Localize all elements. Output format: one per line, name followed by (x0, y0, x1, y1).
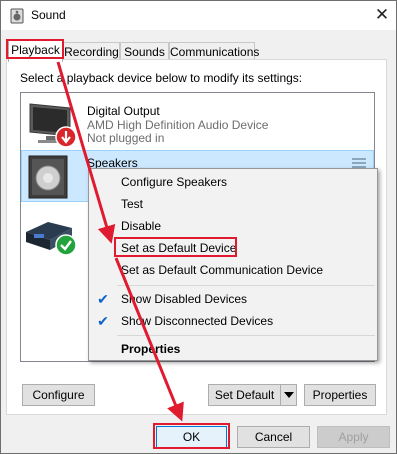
not-plugged-in-icon (55, 126, 77, 148)
set-default-annotation-box (114, 237, 237, 257)
window-title: Sound (31, 8, 66, 22)
menu-separator (117, 285, 375, 286)
speaker-icon (10, 8, 24, 24)
level-meter-icon (352, 158, 366, 160)
cancel-button[interactable]: Cancel (237, 426, 310, 448)
checkmark-icon: ✔ (97, 291, 109, 307)
context-menu: Configure Speakers Test Disable Set as D… (88, 168, 378, 361)
menu-item-set-default-communication[interactable]: Set as Default Communication Device (121, 263, 323, 283)
tab-recording[interactable]: Recording (63, 42, 120, 60)
apply-button[interactable]: Apply (317, 426, 390, 448)
set-default-dropdown[interactable] (280, 384, 297, 406)
menu-item-test[interactable]: Test (121, 197, 143, 217)
configure-button[interactable]: Configure (22, 384, 95, 406)
chevron-down-icon (284, 392, 294, 398)
close-button[interactable]: ✕ (370, 4, 394, 26)
menu-item-show-disconnected[interactable]: Show Disconnected Devices (121, 314, 273, 334)
menu-item-show-disabled[interactable]: Show Disabled Devices (121, 292, 247, 312)
properties-button[interactable]: Properties (304, 384, 376, 406)
menu-item-properties[interactable]: Properties (121, 342, 180, 362)
set-default-button[interactable]: Set Default (208, 384, 281, 406)
device-digital-output-status: Not plugged in (87, 131, 165, 145)
default-device-check-icon (55, 234, 77, 256)
menu-item-configure-speakers[interactable]: Configure Speakers (121, 175, 227, 195)
speaker-device-icon (28, 155, 68, 199)
device-digital-output-name: Digital Output (87, 104, 160, 118)
device-digital-output-driver: AMD High Definition Audio Device (87, 118, 269, 132)
tab-communications[interactable]: Communications (169, 42, 259, 60)
tab-annotation-box (6, 39, 64, 59)
tab-sounds[interactable]: Sounds (120, 42, 169, 60)
ok-annotation-box (153, 423, 230, 449)
menu-separator (117, 335, 375, 336)
instructions-text: Select a playback device below to modify… (20, 71, 303, 85)
checkmark-icon: ✔ (97, 313, 109, 329)
menu-item-disable[interactable]: Disable (121, 219, 161, 239)
